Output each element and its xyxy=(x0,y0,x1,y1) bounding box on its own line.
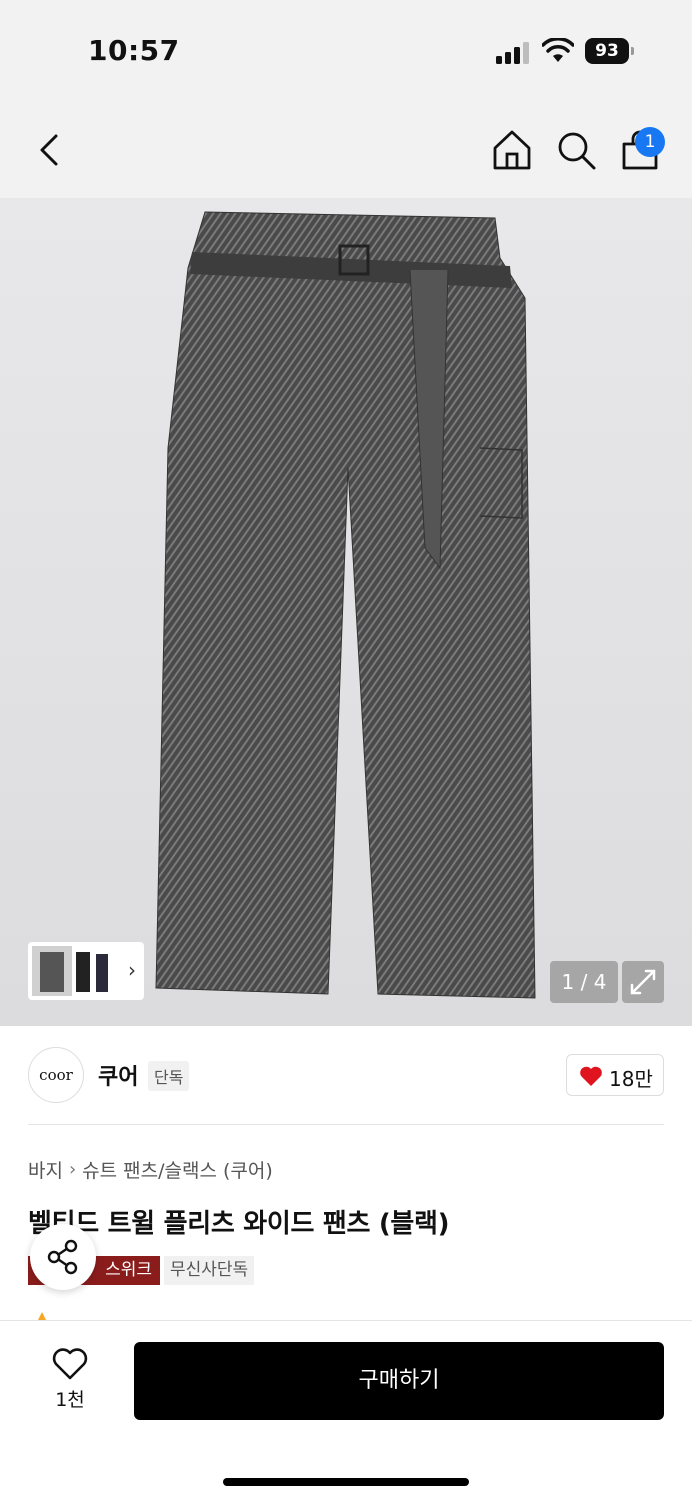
home-icon[interactable] xyxy=(490,128,534,172)
battery-level: 93 xyxy=(585,38,629,64)
cart-count-badge: 1 xyxy=(635,127,665,157)
heart-outline-icon[interactable] xyxy=(52,1347,88,1381)
battery-tip xyxy=(631,47,634,55)
status-bar: 10:57 93 xyxy=(0,0,692,100)
like-count: 18만 xyxy=(609,1067,653,1091)
brand-like-button[interactable]: 18만 xyxy=(566,1054,664,1096)
thumbnail-icon xyxy=(32,946,108,996)
image-counter: 1 / 4 xyxy=(550,961,618,1003)
share-button[interactable] xyxy=(30,1224,96,1290)
cellular-signal-icon xyxy=(496,42,529,64)
back-icon[interactable] xyxy=(28,128,72,172)
status-time: 10:57 xyxy=(88,34,180,67)
nav-bar xyxy=(0,100,692,198)
heart-icon xyxy=(580,1066,602,1086)
search-icon[interactable] xyxy=(554,128,598,172)
thumbnail-strip[interactable]: › xyxy=(28,942,144,1000)
expand-icon[interactable] xyxy=(622,961,664,1003)
brand-name[interactable]: 쿠어 xyxy=(98,1059,138,1091)
brand-row: coor 쿠어 단독 18만 xyxy=(0,1026,692,1126)
wishlist-count: 1천 xyxy=(55,1389,85,1411)
chevron-right-icon: › xyxy=(128,958,136,982)
share-icon xyxy=(47,1239,78,1275)
breadcrumb: 바지 › 슈트 팬츠/슬랙스 (쿠어) xyxy=(28,1156,273,1183)
breadcrumb-item[interactable]: 바지 xyxy=(28,1156,63,1183)
breadcrumb-separator: › xyxy=(68,1159,77,1180)
wifi-icon xyxy=(542,38,574,62)
product-image-gallery[interactable]: › 1 / 4 xyxy=(0,198,692,1026)
star-icon xyxy=(38,1312,46,1320)
brand-exclusive-tag: 단독 xyxy=(148,1061,190,1091)
product-image xyxy=(155,211,536,999)
bottom-action-bar: 1천 구매하기 xyxy=(0,1320,692,1500)
brand-logo[interactable]: coor xyxy=(28,1047,84,1103)
buy-button[interactable]: 구매하기 xyxy=(134,1342,664,1420)
product-tag: 무신사단독 xyxy=(164,1256,255,1285)
battery-icon: 93 xyxy=(585,38,635,64)
divider xyxy=(28,1124,664,1125)
breadcrumb-item[interactable]: 슈트 팬츠/슬랙스 (쿠어) xyxy=(82,1156,273,1183)
home-indicator xyxy=(223,1478,469,1486)
